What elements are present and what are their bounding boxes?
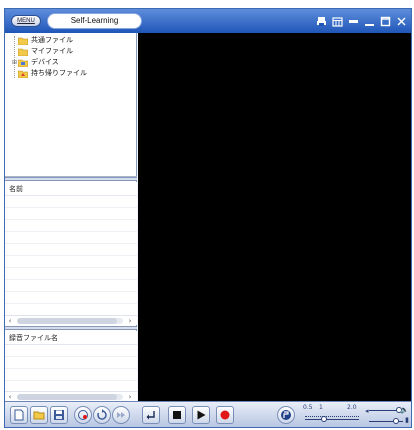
balance-icon: ▮ <box>405 416 409 424</box>
list-item[interactable] <box>5 244 137 256</box>
list-item[interactable] <box>5 232 137 244</box>
title-bar: MENU Self-Learning <box>5 9 411 33</box>
speed-slider[interactable]: 0.5 1 2.0 <box>303 404 361 426</box>
tree-item-label: 共通ファイル <box>31 36 73 44</box>
panel-splitter[interactable] <box>5 326 137 330</box>
takeout-folder-icon <box>18 70 28 78</box>
speed-mid-label: 1 <box>319 404 323 411</box>
window-controls <box>316 14 407 28</box>
menu-button[interactable]: MENU <box>11 15 41 27</box>
list-item[interactable] <box>5 369 137 381</box>
tree-item-shared-files[interactable]: 共通ファイル <box>11 35 73 46</box>
list-item[interactable] <box>5 280 137 292</box>
recording-list: 録音ファイル名 <box>5 331 137 391</box>
speed-rail[interactable] <box>305 419 359 420</box>
record-button[interactable] <box>216 406 234 424</box>
tree-item-label: デバイス <box>31 58 59 66</box>
file-list-scrollbar[interactable]: ‹ › <box>5 315 137 325</box>
left-panel: 共通ファイル マイファイル ⊞ デバイス 持ち帰りファイル 名前 ‹ › 録音フ… <box>5 33 137 401</box>
tree-item-label: 持ち帰りファイル <box>31 69 87 77</box>
list-item[interactable] <box>5 357 137 369</box>
list-item[interactable] <box>5 268 137 280</box>
minimize-icon[interactable] <box>364 16 375 27</box>
print-icon[interactable] <box>316 16 327 27</box>
tree-item-device[interactable]: ⊞ デバイス <box>11 57 59 68</box>
scroll-thumb[interactable] <box>17 394 117 400</box>
maximize-icon[interactable] <box>380 16 391 27</box>
stop-button[interactable] <box>168 406 186 424</box>
recording-list-header[interactable]: 録音ファイル名 <box>5 331 137 345</box>
list-item[interactable] <box>5 345 137 357</box>
speaker-icon: 🔈 <box>400 406 409 414</box>
file-list-header[interactable]: 名前 <box>5 182 137 196</box>
list-item[interactable] <box>5 208 137 220</box>
scroll-left-icon[interactable]: ‹ <box>5 316 15 326</box>
panel-splitter[interactable] <box>5 177 137 181</box>
device-folder-icon <box>18 59 28 67</box>
volume-sliders: ◂ 🔈 ▮ <box>365 404 409 426</box>
recording-list-scrollbar[interactable]: ‹ › <box>5 391 137 401</box>
skip-button[interactable] <box>112 406 130 424</box>
video-display[interactable] <box>138 33 411 401</box>
expand-icon[interactable]: ⊞ <box>11 57 18 68</box>
tree-item-label: マイファイル <box>31 47 73 55</box>
list-item[interactable] <box>5 196 137 208</box>
scroll-track[interactable] <box>17 394 123 400</box>
list-item[interactable] <box>5 220 137 232</box>
app-title: Self-Learning <box>47 13 142 29</box>
scroll-track[interactable] <box>17 318 123 324</box>
player-toolbar: 0.5 1 2.0 ◂ 🔈 ▮ <box>5 401 411 427</box>
volume-left-icon: ◂ <box>365 407 369 415</box>
record-mode-button[interactable] <box>74 406 92 424</box>
repeat-button[interactable] <box>93 406 111 424</box>
scroll-thumb[interactable] <box>17 318 117 324</box>
folder-tree: 共通ファイル マイファイル ⊞ デバイス 持ち帰りファイル <box>5 33 137 177</box>
folder-icon <box>18 37 28 45</box>
tree-item-takeout-files[interactable]: 持ち帰りファイル <box>11 68 87 79</box>
speed-min-label: 0.5 <box>303 404 313 411</box>
speed-max-label: 2.0 <box>347 404 357 411</box>
open-folder-button[interactable] <box>30 406 48 424</box>
folder-icon <box>18 48 28 56</box>
list-item[interactable] <box>5 292 137 304</box>
file-list: 名前 <box>5 182 137 325</box>
app-window: MENU Self-Learning 共通ファイル マイファイル ⊞ デバイス … <box>4 8 412 428</box>
speed-knob[interactable] <box>321 416 327 422</box>
speed-ticks <box>305 413 359 417</box>
list-item[interactable] <box>5 256 137 268</box>
calendar-icon[interactable] <box>332 16 343 27</box>
close-icon[interactable] <box>396 16 407 27</box>
play-button[interactable] <box>192 406 210 424</box>
speed-icon-button[interactable] <box>277 406 295 424</box>
restore-icon[interactable] <box>348 16 359 27</box>
save-button[interactable] <box>50 406 68 424</box>
scroll-right-icon[interactable]: › <box>125 316 135 326</box>
new-file-button[interactable] <box>10 406 28 424</box>
return-button[interactable] <box>142 406 160 424</box>
balance-knob[interactable] <box>393 418 399 424</box>
tree-item-my-files[interactable]: マイファイル <box>11 46 73 57</box>
